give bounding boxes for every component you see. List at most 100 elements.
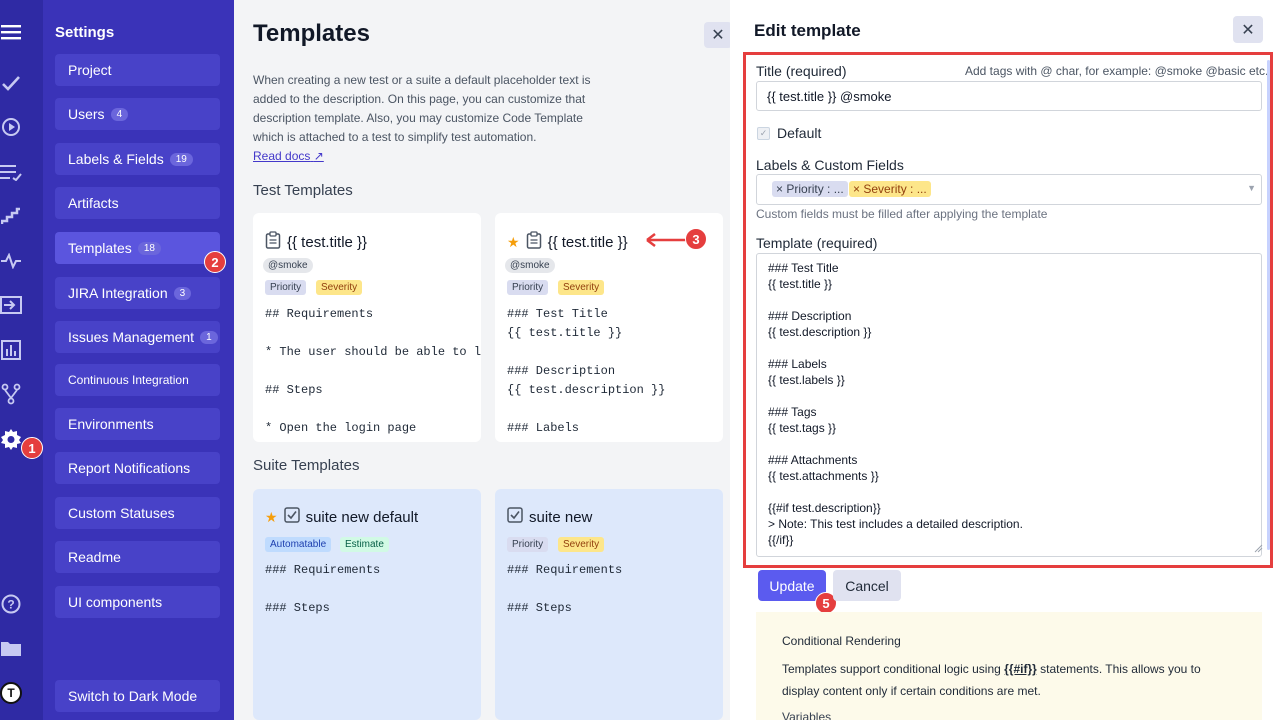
info-more: Variables: [782, 710, 832, 720]
card-code-preview: ### Test Title {{ test.title }} ### Desc…: [507, 307, 666, 435]
card-code-preview: ### Requirements ### Steps: [265, 563, 381, 615]
dark-mode-button[interactable]: Switch to Dark Mode: [55, 680, 220, 712]
checkbox-icon: [507, 507, 523, 527]
sidebar-item-label: Readme: [68, 549, 121, 565]
settings-sidebar: Settings Project Users 4 Labels & Fields 1…: [43, 0, 234, 720]
suite-templates-heading: Suite Templates: [253, 457, 360, 474]
chart-icon[interactable]: [0, 337, 22, 363]
template-label: Template (required): [756, 235, 878, 251]
labels-select[interactable]: × Priority : ... × Severity : ... ▼: [756, 174, 1262, 205]
dark-mode-label: Switch to Dark Mode: [68, 688, 198, 704]
sidebar-item-environments[interactable]: Environments: [55, 408, 220, 440]
sidebar-item-users[interactable]: Users 4: [55, 98, 220, 130]
scrollbar[interactable]: [1267, 60, 1270, 550]
fields-hint: Custom fields must be filled after apply…: [756, 207, 1048, 221]
gear-icon[interactable]: [0, 426, 22, 452]
chip-label: Priority : ...: [786, 182, 844, 196]
close-icon: ✕: [1241, 21, 1255, 39]
title-label: Title (required): [756, 63, 847, 79]
step-marker-3: 3: [685, 228, 707, 250]
tags-hint: Add tags with @ char, for example: @smok…: [965, 64, 1269, 78]
card-title: {{ test.title }}: [287, 233, 368, 251]
sidebar-item-readme[interactable]: Readme: [55, 541, 220, 573]
page-description: When creating a new test or a suite a de…: [253, 73, 591, 144]
sidebar-item-jira[interactable]: JIRA Integration 3: [55, 277, 220, 309]
sidebar-item-templates[interactable]: Templates 18: [55, 232, 220, 264]
sidebar-item-label: Custom Statuses: [68, 505, 175, 521]
read-docs-label: Read docs: [253, 149, 311, 163]
read-docs-link[interactable]: Read docs ↗: [253, 149, 324, 163]
priority-badge: Priority: [507, 280, 549, 295]
list-icon[interactable]: [0, 159, 22, 185]
count-badge: 19: [169, 152, 193, 166]
priority-chip[interactable]: × Priority : ...: [772, 181, 848, 197]
templates-page: Templates When creating a new test or a …: [234, 0, 730, 720]
suite-template-card[interactable]: ★ suite new default Automatable Estimate …: [253, 489, 481, 720]
conditional-rendering-info: Conditional Rendering Templates support …: [756, 612, 1262, 720]
severity-badge: Severity: [316, 280, 363, 295]
sidebar-item-label: JIRA Integration: [68, 285, 168, 301]
automatable-badge: Automatable: [265, 537, 332, 552]
info-code: {{#if}}: [1004, 662, 1037, 676]
edit-template-panel: Edit template ✕ Title (required) Add tag…: [730, 0, 1280, 720]
chip-label: Severity : ...: [863, 182, 927, 196]
avatar-letter: T: [0, 682, 22, 704]
info-text: Templates support conditional logic usin…: [782, 658, 1236, 702]
menu-icon[interactable]: [0, 19, 22, 45]
remove-chip-icon[interactable]: ×: [776, 182, 783, 196]
sidebar-item-label: Users: [68, 106, 105, 122]
remove-chip-icon[interactable]: ×: [853, 182, 860, 196]
close-details-button[interactable]: ✕: [704, 22, 732, 48]
pulse-icon[interactable]: [0, 248, 22, 274]
sidebar-item-artifacts[interactable]: Artifacts: [55, 187, 220, 219]
close-icon: ✕: [711, 27, 725, 44]
card-title: suite new default: [305, 508, 419, 526]
check-icon[interactable]: [0, 70, 22, 96]
tag-badge: @smoke: [505, 258, 555, 273]
play-icon[interactable]: [0, 114, 22, 140]
sidebar-item-notifications[interactable]: Report Notifications: [55, 452, 220, 484]
close-panel-button[interactable]: ✕: [1233, 16, 1263, 43]
cancel-button[interactable]: Cancel: [833, 570, 901, 601]
title-input[interactable]: {{ test.title }} @smoke: [756, 81, 1262, 111]
dropdown-arrow-icon[interactable]: ▼: [1247, 183, 1256, 193]
card-title: suite new: [529, 508, 593, 526]
template-content: ### Test Title {{ test.title }} ### Desc…: [768, 261, 1023, 547]
sidebar-item-ci[interactable]: Continuous Integration: [55, 364, 220, 396]
checkbox-icon: [283, 507, 300, 527]
test-template-card[interactable]: {{ test.title }} @smoke Priority Severit…: [253, 213, 481, 442]
sidebar-item-label: Artifacts: [68, 195, 119, 211]
sidebar-item-project[interactable]: Project: [55, 54, 220, 86]
sidebar-item-label: Environments: [68, 416, 154, 432]
avatar[interactable]: T: [0, 680, 22, 706]
sidebar-item-label: Report Notifications: [68, 460, 191, 476]
sidebar-item-statuses[interactable]: Custom Statuses: [55, 497, 220, 529]
step-marker-1: 1: [21, 437, 43, 459]
sidebar-item-issues[interactable]: Issues Management 1: [55, 321, 220, 353]
resize-handle-icon[interactable]: [1253, 543, 1263, 553]
severity-badge: Severity: [558, 537, 605, 552]
priority-badge: Priority: [265, 280, 307, 295]
estimate-badge: Estimate: [340, 537, 389, 552]
sidebar-item-label: Continuous Integration: [68, 373, 189, 387]
severity-chip[interactable]: × Severity : ...: [849, 181, 931, 197]
sidebar-item-labels-fields[interactable]: Labels & Fields 19: [55, 143, 220, 175]
default-label: Default: [777, 125, 822, 141]
help-icon[interactable]: ?: [0, 591, 22, 617]
labels-fields-label: Labels & Custom Fields: [756, 157, 904, 173]
branch-icon[interactable]: [0, 381, 22, 407]
import-icon[interactable]: [0, 292, 22, 318]
test-template-card[interactable]: ★ {{ test.title }} @smoke Priority Severi…: [495, 213, 723, 442]
priority-badge: Priority: [507, 537, 549, 552]
folder-icon[interactable]: [0, 635, 22, 661]
sidebar-item-ui-components[interactable]: UI components: [55, 586, 220, 618]
stairs-icon[interactable]: [0, 203, 22, 229]
sidebar-item-label: Project: [68, 62, 112, 78]
star-icon: ★: [265, 508, 278, 525]
default-checkbox[interactable]: ✓: [757, 127, 770, 140]
step-marker-2: 2: [204, 251, 226, 273]
sidebar-item-label: Templates: [68, 240, 132, 256]
test-templates-heading: Test Templates: [253, 182, 353, 199]
suite-template-card[interactable]: suite new Priority Severity ### Requirem…: [495, 489, 723, 720]
page-title: Templates: [253, 20, 370, 47]
